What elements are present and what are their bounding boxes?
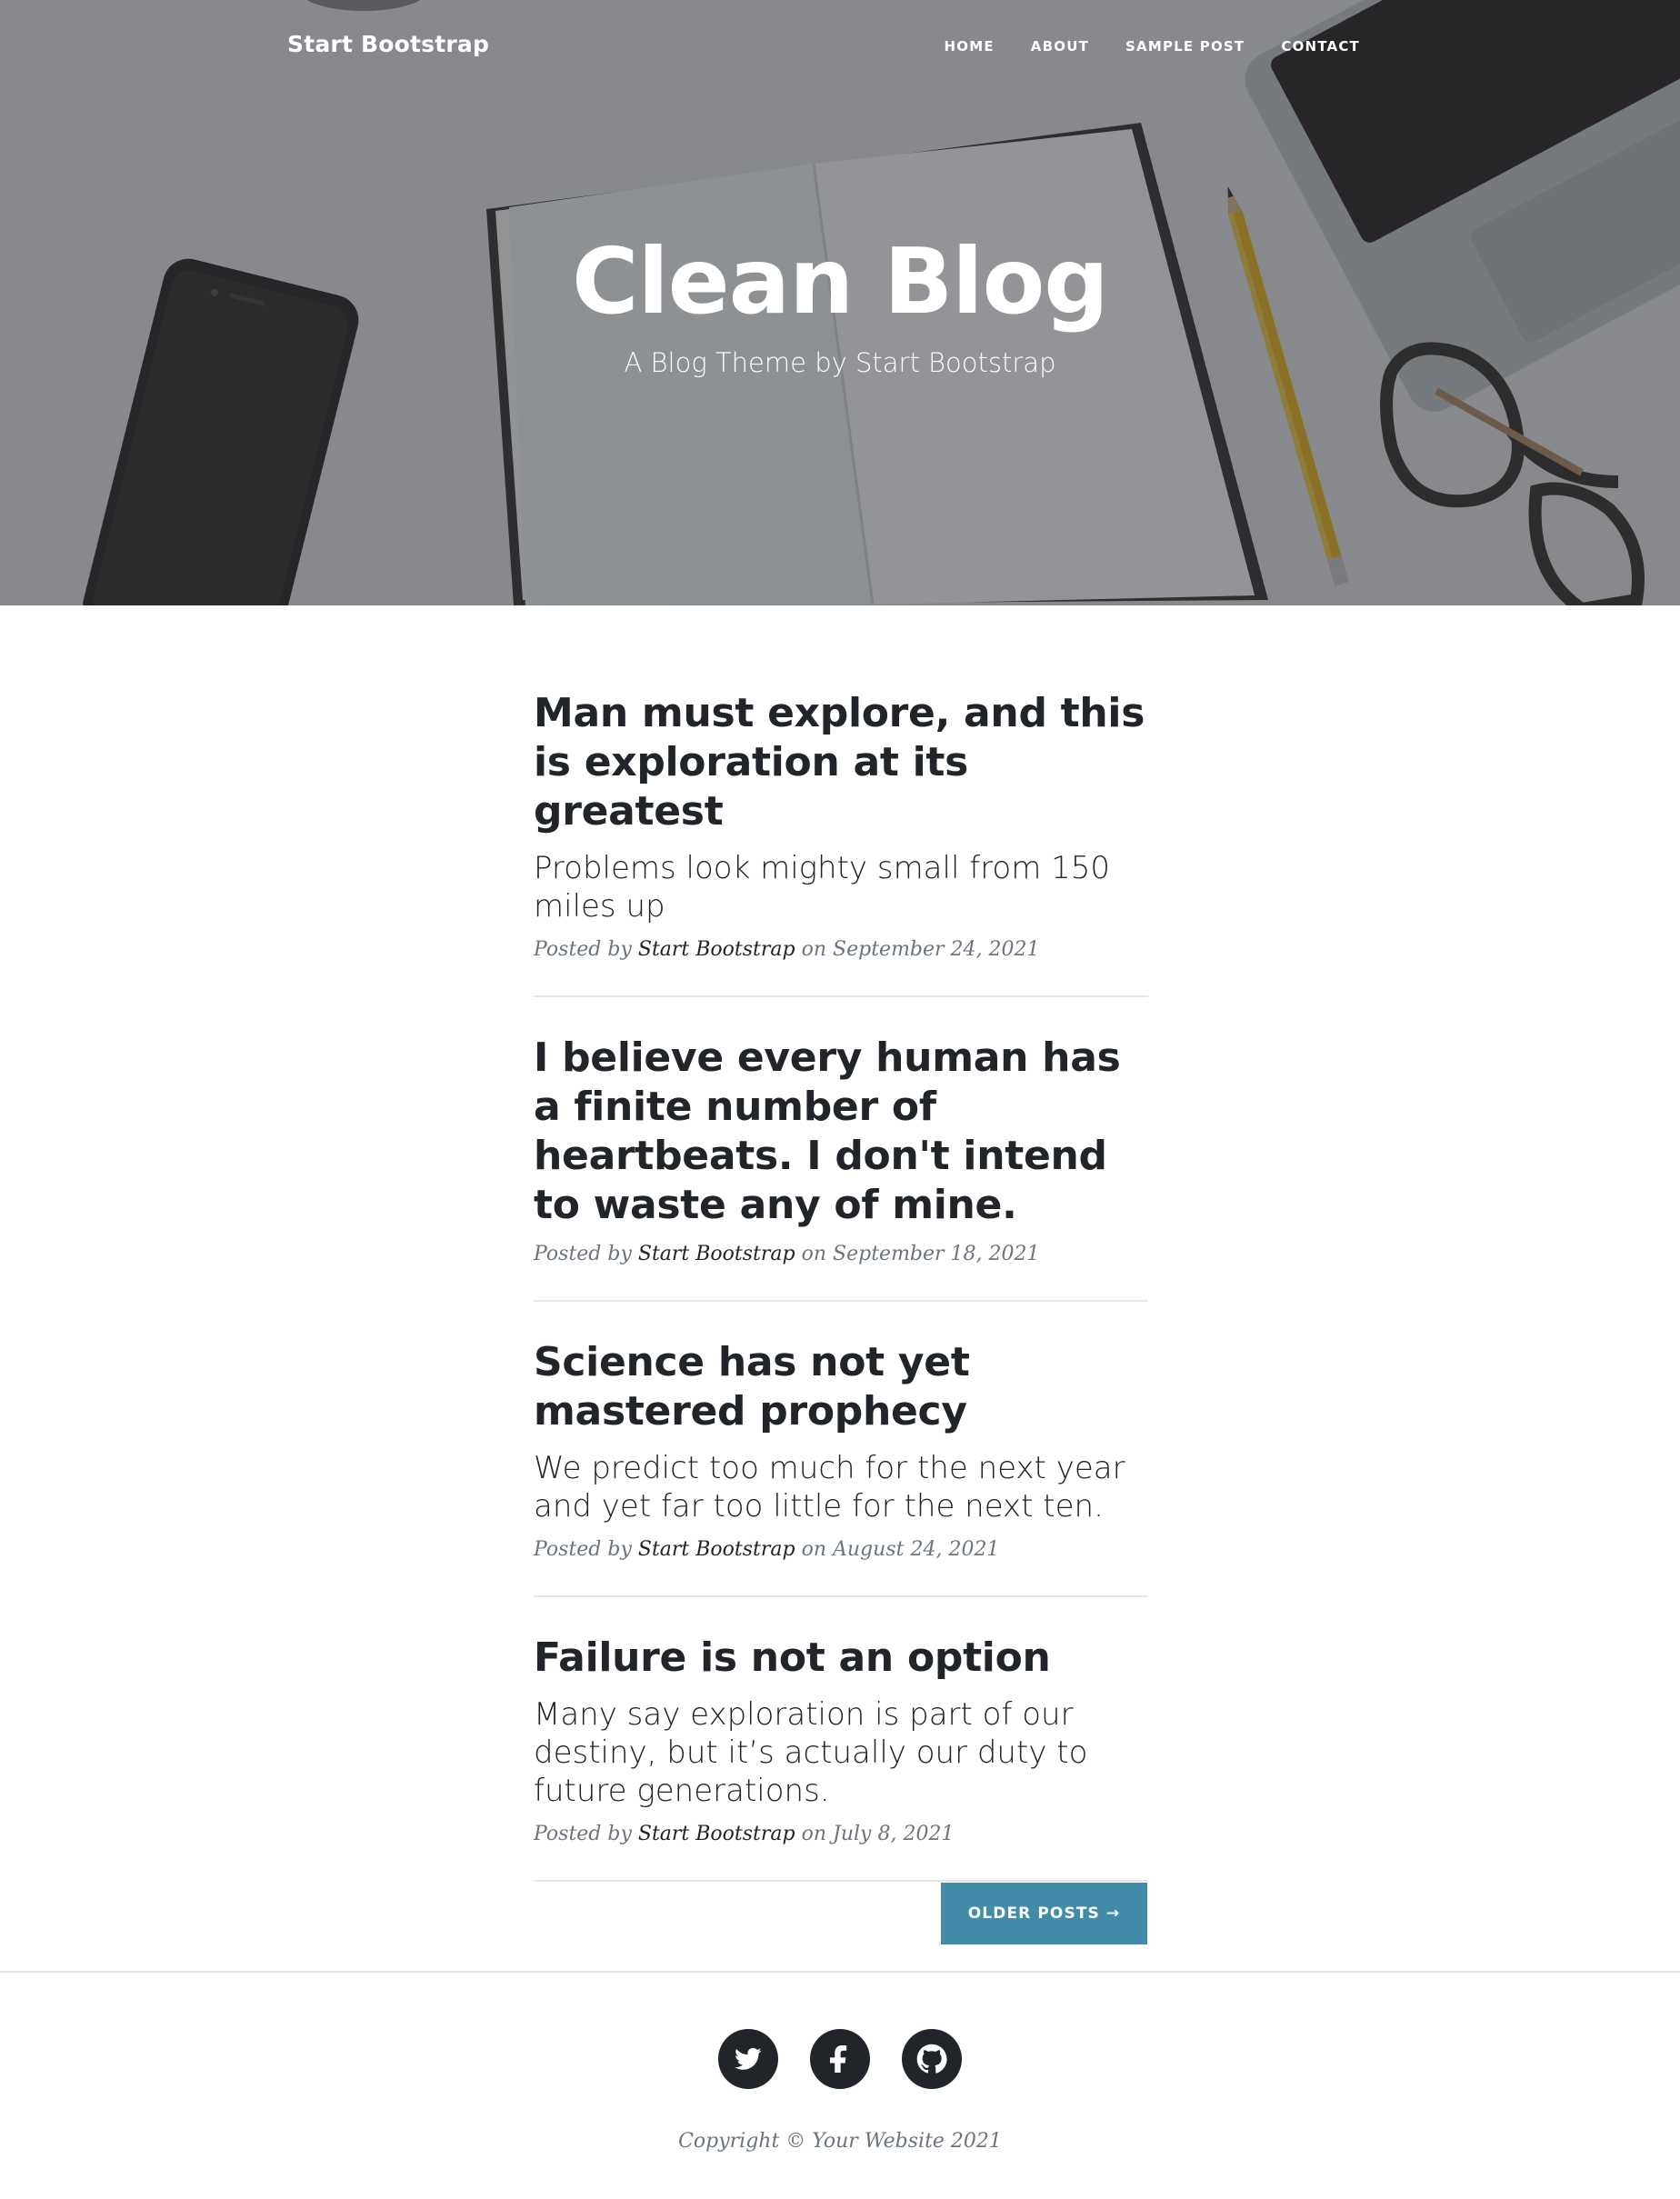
github-icon bbox=[916, 2044, 947, 2074]
post-title[interactable]: Man must explore, and this is exploratio… bbox=[534, 689, 1148, 836]
post-link[interactable]: Science has not yet mastered prophecy We… bbox=[534, 1338, 1148, 1525]
older-posts-button[interactable]: OLDER POSTS → bbox=[941, 1883, 1147, 1944]
post-link[interactable]: Man must explore, and this is exploratio… bbox=[534, 689, 1148, 925]
post-date: July 8, 2021 bbox=[833, 1823, 955, 1845]
nav-link-about[interactable]: ABOUT bbox=[1031, 38, 1089, 55]
post-meta-on: on bbox=[795, 938, 834, 961]
post-preview: Science has not yet mastered prophecy We… bbox=[534, 1338, 1148, 1595]
nav-link-home[interactable]: HOME bbox=[945, 38, 995, 55]
post-link[interactable]: I believe every human has a finite numbe… bbox=[534, 1034, 1148, 1230]
post-author-link[interactable]: Start Bootstrap bbox=[638, 1243, 795, 1265]
nav-link-sample-post[interactable]: SAMPLE POST bbox=[1125, 38, 1245, 55]
post-meta-prefix: Posted by bbox=[534, 1823, 638, 1845]
nav-links: HOME ABOUT SAMPLE POST CONTACT bbox=[945, 38, 1360, 55]
post-title[interactable]: Science has not yet mastered prophecy bbox=[534, 1338, 1148, 1436]
facebook-link[interactable] bbox=[810, 2029, 870, 2089]
post-date: August 24, 2021 bbox=[833, 1538, 1000, 1561]
twitter-link[interactable] bbox=[718, 2029, 778, 2089]
post-preview: Failure is not an option Many say explor… bbox=[534, 1634, 1148, 1880]
post-divider bbox=[534, 1595, 1148, 1597]
post-subtitle[interactable]: Problems look mighty small from 150 mile… bbox=[534, 849, 1148, 925]
post-date: September 24, 2021 bbox=[833, 938, 1040, 961]
post-link[interactable]: Failure is not an option Many say explor… bbox=[534, 1634, 1148, 1810]
post-divider bbox=[534, 1300, 1148, 1302]
facebook-icon bbox=[830, 2045, 847, 2073]
post-meta: Posted by Start Bootstrap on August 24, … bbox=[534, 1538, 1148, 1561]
navbar-brand[interactable]: Start Bootstrap bbox=[287, 31, 489, 57]
post-date: September 18, 2021 bbox=[833, 1243, 1040, 1265]
post-subtitle[interactable]: Many say exploration is part of our dest… bbox=[534, 1695, 1148, 1810]
post-list: Man must explore, and this is exploratio… bbox=[534, 689, 1148, 1918]
post-divider bbox=[534, 1880, 1148, 1882]
post-meta: Posted by Start Bootstrap on July 8, 202… bbox=[534, 1823, 1148, 1845]
post-author-link[interactable]: Start Bootstrap bbox=[638, 938, 795, 961]
post-meta-on: on bbox=[795, 1538, 834, 1561]
post-divider bbox=[534, 995, 1148, 997]
social-links bbox=[0, 2029, 1680, 2089]
post-meta-on: on bbox=[795, 1243, 834, 1265]
post-meta-prefix: Posted by bbox=[534, 938, 638, 961]
site-heading: Clean Blog A Blog Theme by Start Bootstr… bbox=[0, 227, 1680, 378]
site-subtitle: A Blog Theme by Start Bootstrap bbox=[624, 347, 1056, 378]
github-link[interactable] bbox=[902, 2029, 962, 2089]
post-author-link[interactable]: Start Bootstrap bbox=[638, 1823, 795, 1845]
post-meta: Posted by Start Bootstrap on September 2… bbox=[534, 938, 1148, 961]
post-meta: Posted by Start Bootstrap on September 1… bbox=[534, 1243, 1148, 1265]
post-meta-on: on bbox=[795, 1823, 834, 1845]
post-title[interactable]: Failure is not an option bbox=[534, 1634, 1148, 1683]
footer: Copyright © Your Website 2021 bbox=[0, 1971, 1680, 2199]
post-title[interactable]: I believe every human has a finite numbe… bbox=[534, 1034, 1148, 1230]
post-preview: I believe every human has a finite numbe… bbox=[534, 1034, 1148, 1300]
post-author-link[interactable]: Start Bootstrap bbox=[638, 1538, 795, 1561]
masthead: Start Bootstrap HOME ABOUT SAMPLE POST C… bbox=[0, 0, 1680, 605]
copyright: Copyright © Your Website 2021 bbox=[678, 2130, 1002, 2153]
twitter-icon bbox=[735, 2047, 762, 2070]
site-title: Clean Blog bbox=[572, 228, 1109, 335]
post-preview: Man must explore, and this is exploratio… bbox=[534, 689, 1148, 995]
navbar: Start Bootstrap HOME ABOUT SAMPLE POST C… bbox=[0, 0, 1680, 95]
post-meta-prefix: Posted by bbox=[534, 1538, 638, 1561]
post-meta-prefix: Posted by bbox=[534, 1243, 638, 1265]
nav-link-contact[interactable]: CONTACT bbox=[1281, 38, 1360, 55]
post-subtitle[interactable]: We predict too much for the next year an… bbox=[534, 1449, 1148, 1525]
